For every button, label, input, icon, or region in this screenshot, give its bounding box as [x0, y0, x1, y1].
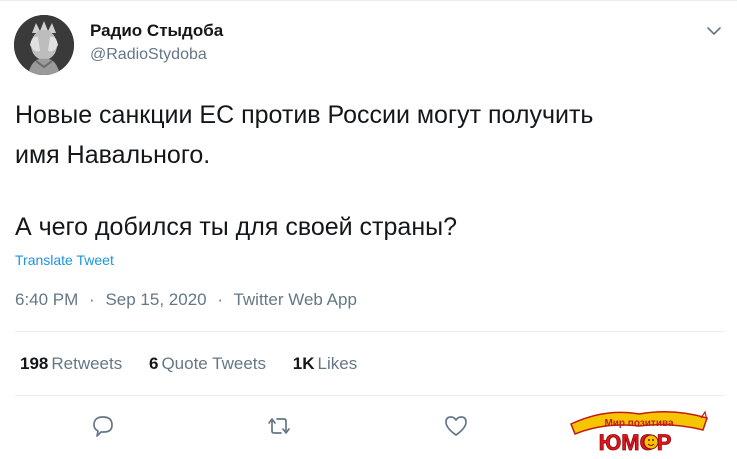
- retweets-count: 198: [20, 354, 49, 373]
- tweet-time[interactable]: 6:40 PM: [15, 290, 78, 309]
- watermark-bottom-text: ЮМОР: [599, 430, 672, 454]
- divider: [15, 395, 725, 396]
- avatar[interactable]: [14, 15, 74, 75]
- chevron-down-icon[interactable]: [704, 21, 724, 41]
- tweet-text-line: Новые санкции ЕС против России могут пол…: [15, 101, 594, 129]
- divider: [15, 331, 725, 332]
- tweet-card: Радио Стыдоба @RadioStydoba Новые санкци…: [0, 0, 737, 459]
- likes-count: 1K: [292, 354, 315, 373]
- tweet-source[interactable]: Twitter Web App: [233, 290, 356, 309]
- tweet-text-line: имя Навального.: [15, 141, 211, 169]
- quote-tweets-count: 6: [148, 354, 159, 373]
- avatar-image: [14, 15, 74, 75]
- tweet-date[interactable]: Sep 15, 2020: [105, 290, 206, 309]
- translate-tweet-link[interactable]: Translate Tweet: [15, 252, 114, 268]
- quote-tweets-label: Quote Tweets: [161, 354, 267, 373]
- likes-label: Likes: [317, 354, 358, 373]
- meta-separator: ·: [89, 290, 95, 309]
- meta-separator: ·: [217, 290, 224, 309]
- tweet-meta: 6:40 PM · Sep 15, 2020 · Twitter Web App: [15, 290, 357, 310]
- likes-stat[interactable]: 1K Likes: [293, 354, 357, 373]
- retweet-icon[interactable]: [264, 411, 294, 441]
- retweets-label: Retweets: [51, 354, 123, 373]
- author-name[interactable]: Радио Стыдоба: [90, 21, 223, 41]
- retweets-stat[interactable]: 198 Retweets: [20, 354, 122, 373]
- reply-icon[interactable]: [88, 411, 118, 441]
- author-handle[interactable]: @RadioStydoba: [90, 46, 207, 64]
- engagement-stats: 198 Retweets 6 Quote Tweets 1K Likes: [20, 354, 379, 374]
- tweet-text-line: А чего добился ты для своей страны?: [15, 213, 457, 241]
- watermark-top-text: Мир позитива: [604, 418, 674, 429]
- watermark-logo: Мир позитива ЮМОР: [565, 406, 713, 455]
- quote-tweets-stat[interactable]: 6 Quote Tweets: [149, 354, 266, 373]
- heart-icon[interactable]: [441, 411, 471, 441]
